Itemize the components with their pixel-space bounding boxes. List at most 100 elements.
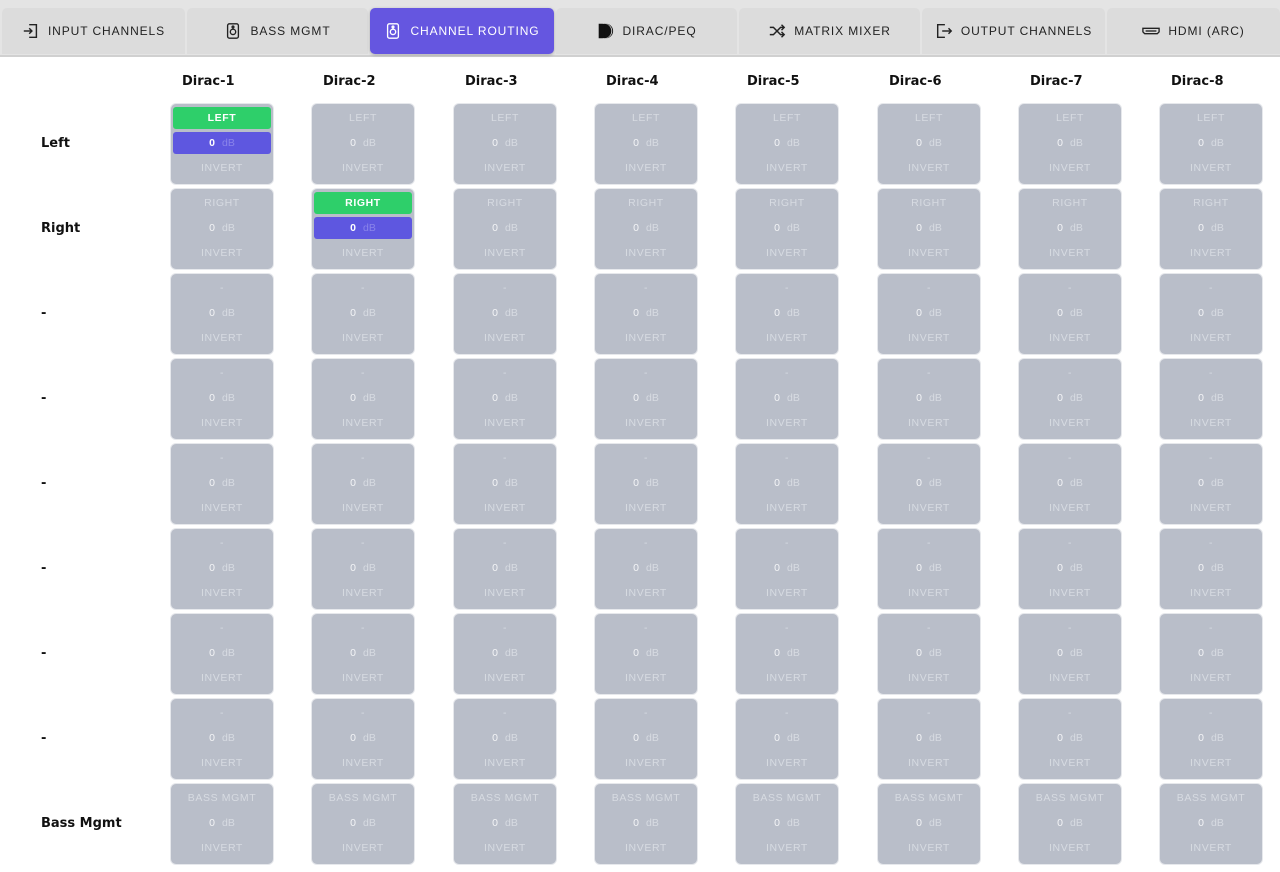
routing-cell[interactable]: RIGHT 0 dB INVERT xyxy=(736,189,838,269)
gain-value[interactable]: 0 xyxy=(492,647,498,659)
routing-cell[interactable]: LEFT 0 dB INVERT xyxy=(171,104,273,184)
route-source-button[interactable]: - xyxy=(173,532,271,554)
routing-cell[interactable]: RIGHT 0 dB INVERT xyxy=(1019,189,1121,269)
route-source-button[interactable]: - xyxy=(314,277,412,299)
gain-value[interactable]: 0 xyxy=(1198,732,1204,744)
gain-value[interactable]: 0 xyxy=(633,222,639,234)
gain-field[interactable]: 0 dB xyxy=(1021,217,1119,239)
tab-output-channels[interactable]: OUTPUT CHANNELS xyxy=(922,8,1105,54)
route-source-button[interactable]: - xyxy=(597,532,695,554)
gain-value[interactable]: 0 xyxy=(916,137,922,149)
gain-value[interactable]: 0 xyxy=(492,562,498,574)
invert-button[interactable]: INVERT xyxy=(173,582,271,604)
gain-value[interactable]: 0 xyxy=(916,647,922,659)
gain-field[interactable]: 0 dB xyxy=(456,217,554,239)
gain-value[interactable]: 0 xyxy=(350,562,356,574)
invert-button[interactable]: INVERT xyxy=(1162,412,1260,434)
gain-field[interactable]: 0 dB xyxy=(738,472,836,494)
gain-value[interactable]: 0 xyxy=(916,732,922,744)
invert-button[interactable]: INVERT xyxy=(880,667,978,689)
gain-value[interactable]: 0 xyxy=(1198,647,1204,659)
invert-button[interactable]: INVERT xyxy=(1162,157,1260,179)
route-source-button[interactable]: - xyxy=(456,447,554,469)
tab-dirac-peq[interactable]: DIRAC/PEQ xyxy=(556,8,737,54)
gain-value[interactable]: 0 xyxy=(633,647,639,659)
tab-matrix-mixer[interactable]: MATRIX MIXER xyxy=(739,8,920,54)
routing-cell[interactable]: - 0 dB INVERT xyxy=(595,699,697,779)
routing-cell[interactable]: - 0 dB INVERT xyxy=(878,614,980,694)
invert-button[interactable]: INVERT xyxy=(1021,327,1119,349)
routing-cell[interactable]: - 0 dB INVERT xyxy=(878,699,980,779)
invert-button[interactable]: INVERT xyxy=(1162,497,1260,519)
gain-value[interactable]: 0 xyxy=(1057,817,1063,829)
invert-button[interactable]: INVERT xyxy=(456,497,554,519)
gain-field[interactable]: 0 dB xyxy=(314,812,412,834)
gain-field[interactable]: 0 dB xyxy=(456,557,554,579)
gain-field[interactable]: 0 dB xyxy=(173,727,271,749)
routing-cell[interactable]: - 0 dB INVERT xyxy=(736,274,838,354)
gain-field[interactable]: 0 dB xyxy=(1021,557,1119,579)
route-source-button[interactable]: - xyxy=(738,277,836,299)
routing-cell[interactable]: RIGHT 0 dB INVERT xyxy=(454,189,556,269)
route-source-button[interactable]: - xyxy=(314,617,412,639)
routing-cell[interactable]: - 0 dB INVERT xyxy=(312,274,414,354)
invert-button[interactable]: INVERT xyxy=(880,412,978,434)
gain-field[interactable]: 0 dB xyxy=(314,132,412,154)
gain-value[interactable]: 0 xyxy=(916,222,922,234)
gain-field[interactable]: 0 dB xyxy=(738,217,836,239)
invert-button[interactable]: INVERT xyxy=(1162,752,1260,774)
gain-field[interactable]: 0 dB xyxy=(1021,302,1119,324)
invert-button[interactable]: INVERT xyxy=(1162,667,1260,689)
gain-value[interactable]: 0 xyxy=(916,392,922,404)
gain-value[interactable]: 0 xyxy=(350,392,356,404)
gain-value[interactable]: 0 xyxy=(1057,137,1063,149)
gain-field[interactable]: 0 dB xyxy=(456,727,554,749)
invert-button[interactable]: INVERT xyxy=(738,327,836,349)
gain-field[interactable]: 0 dB xyxy=(597,302,695,324)
routing-cell[interactable]: - 0 dB INVERT xyxy=(736,444,838,524)
route-source-button[interactable]: - xyxy=(1162,702,1260,724)
invert-button[interactable]: INVERT xyxy=(1021,157,1119,179)
invert-button[interactable]: INVERT xyxy=(597,327,695,349)
invert-button[interactable]: INVERT xyxy=(173,837,271,859)
invert-button[interactable]: INVERT xyxy=(456,582,554,604)
gain-field[interactable]: 0 dB xyxy=(456,642,554,664)
gain-field[interactable]: 0 dB xyxy=(314,302,412,324)
invert-button[interactable]: INVERT xyxy=(597,497,695,519)
route-source-button[interactable]: - xyxy=(456,532,554,554)
route-source-button[interactable]: - xyxy=(173,617,271,639)
invert-button[interactable]: INVERT xyxy=(173,752,271,774)
invert-button[interactable]: INVERT xyxy=(314,497,412,519)
gain-value[interactable]: 0 xyxy=(209,562,215,574)
route-source-button[interactable]: RIGHT xyxy=(597,192,695,214)
gain-field[interactable]: 0 dB xyxy=(880,132,978,154)
gain-value[interactable]: 0 xyxy=(774,562,780,574)
gain-field[interactable]: 0 dB xyxy=(880,387,978,409)
invert-button[interactable]: INVERT xyxy=(173,412,271,434)
route-source-button[interactable]: - xyxy=(597,617,695,639)
routing-cell[interactable]: BASS MGMT 0 dB INVERT xyxy=(1160,784,1262,864)
route-source-button[interactable]: RIGHT xyxy=(1162,192,1260,214)
gain-field[interactable]: 0 dB xyxy=(314,387,412,409)
invert-button[interactable]: INVERT xyxy=(597,837,695,859)
route-source-button[interactable]: - xyxy=(1021,362,1119,384)
routing-cell[interactable]: - 0 dB INVERT xyxy=(1160,359,1262,439)
routing-cell[interactable]: - 0 dB INVERT xyxy=(454,444,556,524)
route-source-button[interactable]: - xyxy=(597,702,695,724)
route-source-button[interactable]: - xyxy=(173,702,271,724)
route-source-button[interactable]: - xyxy=(880,277,978,299)
routing-cell[interactable]: - 0 dB INVERT xyxy=(1019,359,1121,439)
gain-field[interactable]: 0 dB xyxy=(456,132,554,154)
gain-value[interactable]: 0 xyxy=(1057,647,1063,659)
gain-value[interactable]: 0 xyxy=(774,477,780,489)
route-source-button[interactable]: BASS MGMT xyxy=(314,787,412,809)
invert-button[interactable]: INVERT xyxy=(173,242,271,264)
gain-value[interactable]: 0 xyxy=(633,137,639,149)
invert-button[interactable]: INVERT xyxy=(1021,242,1119,264)
route-source-button[interactable]: - xyxy=(1021,532,1119,554)
invert-button[interactable]: INVERT xyxy=(456,412,554,434)
routing-cell[interactable]: - 0 dB INVERT xyxy=(595,444,697,524)
invert-button[interactable]: INVERT xyxy=(738,497,836,519)
gain-value[interactable]: 0 xyxy=(1198,137,1204,149)
invert-button[interactable]: INVERT xyxy=(173,327,271,349)
